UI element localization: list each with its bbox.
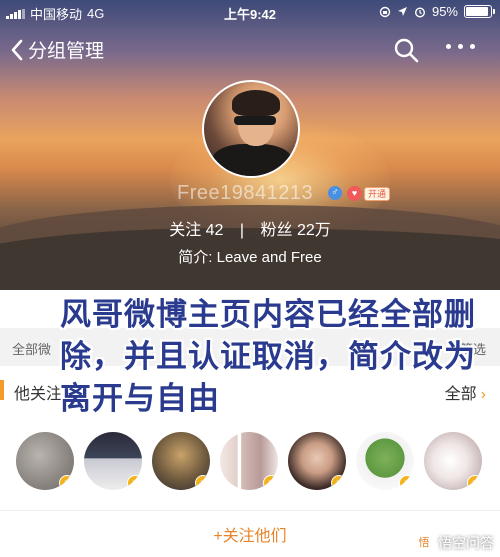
profile-avatar[interactable] [202,80,300,178]
chevron-left-icon [11,39,23,60]
stats-separator: | [239,222,245,239]
verified-icon: v [467,475,482,490]
following-count: 42 [205,222,224,239]
followed-user-avatar[interactable]: v [84,432,142,490]
following-avatar-list: v v v v v v v [0,432,500,496]
alarm-icon [414,6,425,18]
rotation-lock-icon [379,6,391,17]
followers-count: 22万 [296,222,331,239]
battery-percent: 95% [431,4,458,19]
profile-bio: 简介: Leave and Free [0,246,500,267]
tab-all-weibo[interactable]: 全部微 [12,339,51,358]
verified-icon: v [263,475,278,490]
male-icon: ♂ [328,186,342,200]
wukong-logo-icon: 悟 [414,533,434,553]
followed-user-avatar[interactable]: v [424,432,482,490]
back-button[interactable]: 分组管理 [10,36,104,63]
top-nav: 分组管理 [0,30,500,70]
bio-label: 简介: [178,249,213,266]
profile-stats: 关注 42 | 粉丝 22万 [0,216,500,240]
verified-icon: v [59,475,74,490]
followed-user-avatar[interactable]: v [356,432,414,490]
back-label: 分组管理 [28,41,105,62]
heart-icon: ♥ [347,186,362,201]
profile-username: Free19841213 [177,182,314,204]
following-stat[interactable]: 关注 42 [169,222,223,239]
member-badge[interactable]: ♥ 开通 [347,186,391,201]
status-bar: 中国移动 4G 上午9:42 95% [0,0,500,24]
followed-user-avatar[interactable]: v [152,432,210,490]
watermark: 悟 悟空问答 [414,533,494,553]
following-section-title: 他关注 [14,386,63,403]
bio-text: Leave and Free [216,249,322,266]
section-accent-bar [0,380,4,400]
verified-icon: v [399,475,414,490]
divider [0,510,500,511]
search-icon[interactable] [392,36,420,64]
battery-icon [464,5,495,18]
verified-icon: v [127,475,142,490]
verified-icon: v [331,475,346,490]
followed-user-avatar[interactable]: v [288,432,346,490]
verified-icon: v [195,475,210,490]
location-icon [397,7,407,16]
member-badge-label: 开通 [364,186,391,201]
more-icon[interactable] [446,44,480,54]
followed-user-avatar[interactable]: v [220,432,278,490]
chevron-right-icon: › [480,386,486,403]
overlay-caption: 风哥微博主页内容已经全部删除，并且认证取消，简介改为离开与自由 [60,297,476,417]
watermark-label: 悟空问答 [438,535,494,551]
followed-user-avatar[interactable]: v [16,432,74,490]
followers-stat[interactable]: 粉丝 22万 [261,222,331,239]
profile-hero: 中国移动 4G 上午9:42 95% 分组管理 Free19841213 ♂ ♥… [0,0,500,290]
